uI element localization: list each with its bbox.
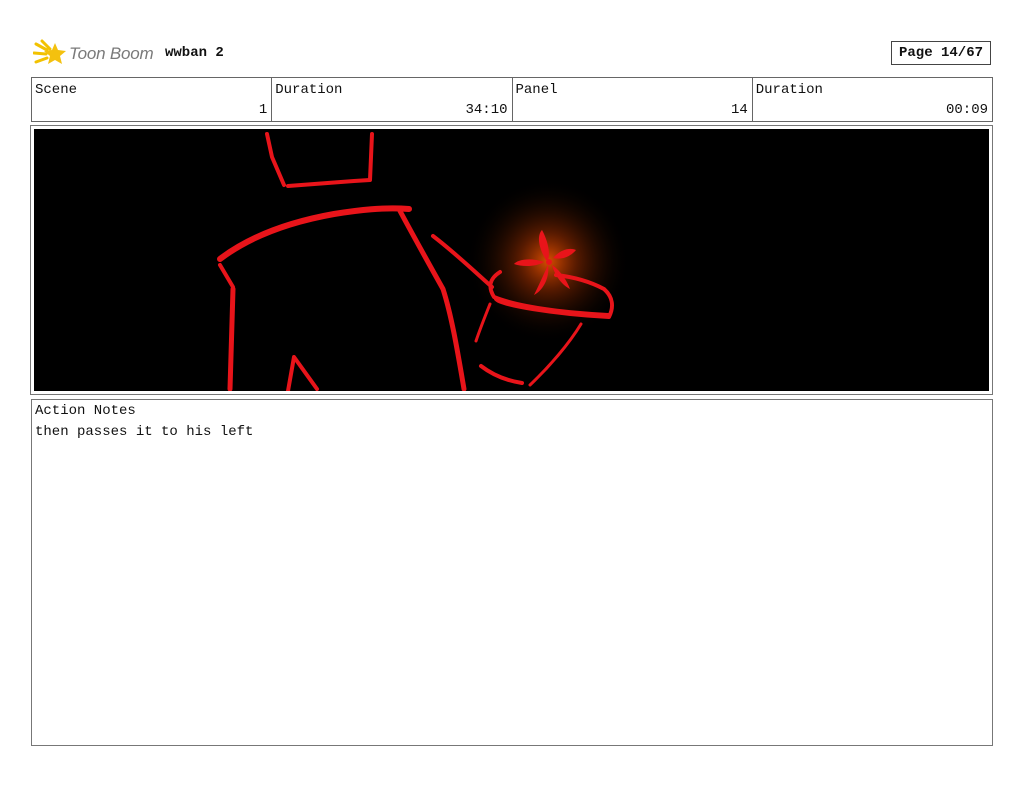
panel-duration-value: 00:09 <box>945 102 988 118</box>
action-notes-box: Action Notes then passes it to his left <box>31 399 993 746</box>
page-number: Page 14/67 <box>891 41 991 65</box>
scene-label: Scene <box>35 82 78 98</box>
toon-boom-logo: Toon Boom <box>33 37 154 71</box>
panel-drawing <box>34 129 989 391</box>
action-notes-text: then passes it to his left <box>35 424 254 440</box>
scene-duration-value: 34:10 <box>465 102 508 118</box>
panel-duration-cell: Duration 00:09 <box>753 78 992 121</box>
scene-duration-label: Duration <box>275 82 343 98</box>
info-table: Scene 1 Duration 34:10 Panel 14 Duration… <box>31 77 993 122</box>
scene-cell: Scene 1 <box>32 78 273 121</box>
panel-duration-label: Duration <box>755 82 823 98</box>
panel-cell: Panel 14 <box>513 78 753 121</box>
storyboard-panel <box>30 125 993 395</box>
scene-value: 1 <box>258 102 268 118</box>
project-title: wwban 2 <box>165 45 224 61</box>
scene-duration-cell: Duration 34:10 <box>272 78 513 121</box>
panel-value: 14 <box>730 102 748 118</box>
logo-text: Toon Boom <box>69 44 154 63</box>
toon-boom-star-icon <box>33 39 66 64</box>
action-notes-label: Action Notes <box>35 403 136 419</box>
panel-label: Panel <box>515 82 558 98</box>
sketch-drawing <box>217 132 630 391</box>
